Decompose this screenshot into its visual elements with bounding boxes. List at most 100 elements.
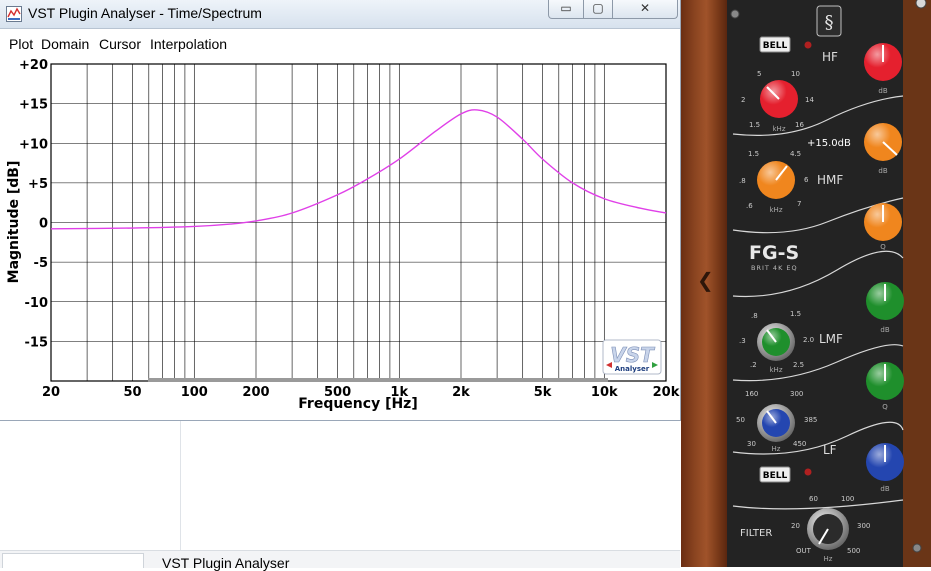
lf-tick-2: 160	[745, 390, 758, 398]
lf-gain-unit: dB	[880, 485, 889, 493]
filter-tick-1: 20	[791, 522, 800, 530]
hmf-tick-3: 4.5	[790, 150, 801, 158]
filter-label: FILTER	[740, 528, 772, 539]
hmf-gain-readout: +15.0dB	[807, 138, 851, 149]
lf-freq-knob[interactable]	[757, 404, 795, 442]
hf-tick-5: 16	[795, 121, 804, 129]
lmf-label: LMF	[819, 332, 843, 346]
frequency-response-curve	[50, 109, 667, 230]
screw-icon	[912, 543, 922, 553]
analyser-window: VST Plugin Analyser - Time/Spectrum ▭ ▢ …	[0, 0, 681, 421]
x-tick-label: 50	[124, 385, 142, 400]
x-tick-label: 10k	[591, 385, 618, 400]
lmf-q-knob[interactable]	[866, 362, 904, 400]
y-tick-labels: +20 +15 +10 +5 0 -5 -10 -15	[19, 58, 48, 350]
hf-bell-led	[804, 41, 812, 49]
hf-freq-knob[interactable]	[760, 80, 798, 118]
hmf-gain-knob[interactable]	[864, 123, 902, 161]
x-tick-label: 200	[242, 385, 269, 400]
hmf-freq-unit: kHz	[770, 206, 783, 214]
menu-plot[interactable]: Plot	[9, 36, 33, 52]
hmf-tick-2: 1.5	[748, 150, 759, 158]
hf-gain-knob[interactable]	[864, 43, 902, 81]
hf-tick-1: 2	[741, 96, 745, 104]
hmf-label: HMF	[817, 173, 843, 187]
hmf-tick-1: .8	[739, 177, 746, 185]
filter-knob[interactable]	[807, 508, 849, 550]
brand-logo-icon: §	[816, 5, 842, 37]
lf-tick-5: 450	[793, 440, 806, 448]
x-axis-label: Frequency [Hz]	[298, 396, 417, 412]
menu-interpolation[interactable]: Interpolation	[150, 36, 227, 52]
pane-divider	[180, 421, 181, 551]
y-tick-label: +20	[19, 58, 48, 73]
plugin-name: FG-S	[749, 242, 799, 264]
plugin-subtitle: BRIT 4K EQ	[751, 264, 798, 272]
logo-text: VST	[610, 343, 655, 367]
lf-tick-3: 300	[790, 390, 803, 398]
app-icon	[6, 6, 22, 22]
y-axis-label: Magnitude [dB]	[6, 161, 22, 284]
lmf-q-unit: Q	[882, 403, 888, 411]
hf-tick-0: 1.5	[749, 121, 760, 129]
x-tick-label: 2k	[452, 385, 470, 400]
hf-gain-unit: dB	[878, 87, 887, 95]
svg-text:§: §	[825, 12, 834, 33]
title-bar[interactable]: VST Plugin Analyser - Time/Spectrum ▭ ▢ …	[0, 0, 680, 29]
background-area	[0, 421, 680, 567]
lmf-tick-3: 1.5	[790, 310, 801, 318]
hf-tick-3: 10	[791, 70, 800, 78]
lmf-tick-2: .8	[751, 312, 758, 320]
lmf-tick-4: 2.0	[803, 336, 814, 344]
spectrum-plot[interactable]: +20+15+10+50-5-10-15 20 50 100 200 500 1k 2k 5k…	[0, 56, 680, 420]
filter-tick-4: 300	[857, 522, 870, 530]
menu-domain[interactable]: Domain	[41, 36, 89, 52]
x-tick-label: 20k	[653, 385, 680, 400]
y-tick-label: -10	[25, 296, 49, 311]
bottom-tab[interactable]	[2, 553, 144, 568]
hf-tick-2: 5	[757, 70, 761, 78]
vst-analyser-logo: VST Analyser	[602, 339, 662, 375]
eq-plugin-panel: § BELL HF dB 1.5 2 5 10 14 16 kHz +15.0d…	[727, 0, 931, 567]
hmf-tick-0: .6	[746, 202, 753, 210]
taskbar-label: VST Plugin Analyser	[162, 555, 290, 571]
lmf-gain-knob[interactable]	[866, 282, 904, 320]
y-tick-label: +15	[19, 98, 48, 113]
x-tick-label: 5k	[534, 385, 552, 400]
lf-tick-1: 50	[736, 416, 745, 424]
menu-cursor[interactable]: Cursor	[99, 36, 141, 52]
hmf-gain-unit: dB	[878, 167, 887, 175]
filter-tick-3: 100	[841, 495, 854, 503]
logo-subtext: Analyser	[615, 365, 650, 373]
collapse-arrow-icon[interactable]: ❮	[697, 268, 714, 292]
y-tick-label: +10	[19, 137, 48, 152]
minimize-button[interactable]: ▭	[548, 0, 584, 19]
close-button[interactable]: ✕	[612, 0, 678, 19]
lf-tick-0: 30	[747, 440, 756, 448]
lf-tick-4: 385	[804, 416, 817, 424]
lf-bell-led	[804, 468, 812, 476]
window-title: VST Plugin Analyser - Time/Spectrum	[28, 5, 262, 21]
plot-scroll-bar[interactable]	[148, 378, 608, 382]
plugin-power-icon[interactable]	[915, 0, 927, 9]
lf-gain-knob[interactable]	[866, 443, 904, 481]
menu-bar: Plot Domain Cursor Interpolation	[0, 29, 680, 57]
y-tick-label: -5	[34, 256, 48, 271]
hf-label: HF	[822, 50, 838, 64]
lmf-freq-knob[interactable]	[757, 323, 795, 361]
x-tick-label: 20	[42, 385, 60, 400]
filter-tick-2: 60	[809, 495, 818, 503]
filter-unit: Hz	[824, 555, 833, 563]
screw-icon	[730, 9, 740, 19]
hmf-freq-knob[interactable]	[757, 161, 795, 199]
y-tick-label: +5	[28, 177, 48, 192]
maximize-button[interactable]: ▢	[583, 0, 613, 19]
lmf-gain-unit: dB	[880, 326, 889, 334]
filter-tick-5: 500	[847, 547, 860, 555]
hmf-tick-4: 6	[804, 176, 809, 184]
hf-freq-unit: kHz	[773, 125, 786, 133]
filter-tick-0: OUT	[796, 547, 812, 555]
hmf-q-knob[interactable]	[864, 203, 902, 241]
lf-freq-unit: Hz	[772, 445, 781, 453]
lmf-freq-unit: kHz	[770, 366, 783, 374]
